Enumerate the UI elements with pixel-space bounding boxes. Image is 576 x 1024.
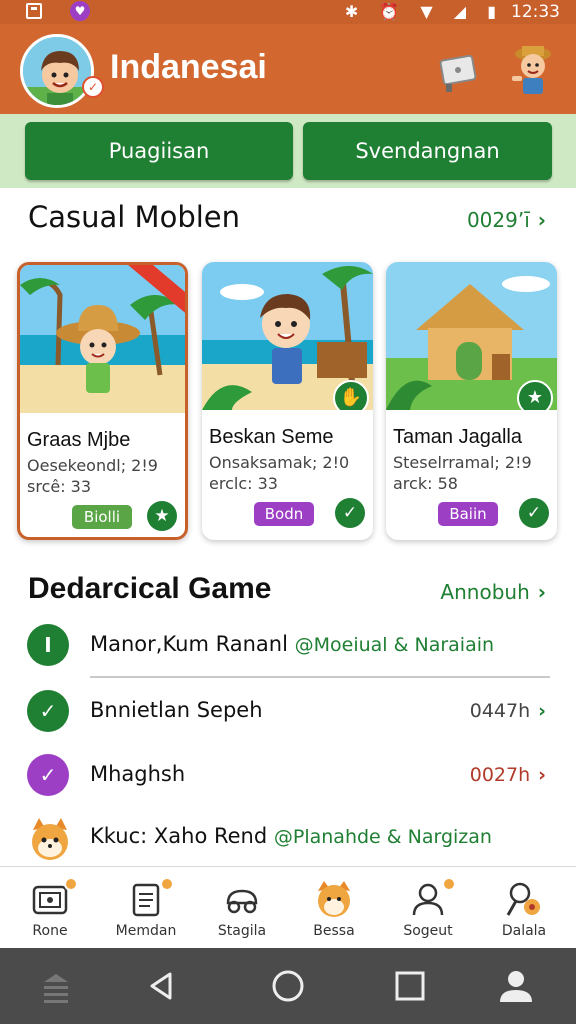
- nav-label: Rone: [32, 923, 68, 939]
- star-badge-icon[interactable]: ★: [517, 380, 553, 410]
- tablet-icon-button[interactable]: [436, 50, 482, 96]
- nav-item-dalala[interactable]: Dalala: [476, 867, 572, 949]
- nav-label: Stagila: [217, 923, 267, 939]
- section-link-dedarcical[interactable]: Annobuh ›: [440, 580, 546, 604]
- game-card[interactable]: ✋ Beskan Seme Onsaksamak; 2!0 erclc: 33 …: [202, 262, 373, 540]
- segment-button-left[interactable]: Puagiisan: [25, 122, 293, 180]
- list-item-value: 0027h ›: [470, 764, 546, 786]
- magnifier-icon: [506, 882, 540, 916]
- avatar[interactable]: [20, 34, 94, 108]
- game-card-meta: srcê: 33: [27, 477, 92, 496]
- avatar-status-badge: ✓: [82, 76, 104, 98]
- list-item-mention[interactable]: @Moeiual & Naraiain: [295, 634, 494, 656]
- status-time: 12:33: [511, 2, 560, 22]
- status-bar: ♥ ✱ ⏰ ▼ ◢ ▮ 12:33: [0, 0, 576, 24]
- info-icon: I: [27, 624, 69, 666]
- game-card-title: Graas Mjbe: [27, 429, 131, 451]
- nav-item-memdan[interactable]: Memdan: [98, 867, 194, 949]
- list-item[interactable]: I Manor,Kum Rananl @Moeiual & Naraiain: [0, 616, 576, 676]
- section-title-casual: Casual Moblen: [28, 200, 241, 234]
- account-icon[interactable]: [496, 966, 536, 1006]
- back-icon[interactable]: [142, 966, 182, 1006]
- boy-avatar-icon: [23, 37, 91, 105]
- thumbs-up-icon[interactable]: ✋: [333, 380, 369, 410]
- game-card-art: ✋: [202, 262, 373, 410]
- list-item-label: Manor,Kum Rananl @Moeiual & Naraiain: [90, 632, 494, 656]
- recents-icon[interactable]: [390, 966, 430, 1006]
- game-card-tag[interactable]: Baiin: [438, 502, 498, 526]
- bottom-nav: Rone Memdan Stagila Bessa Sogeut Dalala: [0, 866, 576, 948]
- app-title: Indanesai: [110, 48, 267, 86]
- list-item-value: 0447h ›: [470, 700, 546, 722]
- mascot-profile-button[interactable]: [508, 40, 558, 100]
- notification-dot: [64, 877, 78, 891]
- notification-icon: [26, 3, 42, 19]
- chevron-right-icon: ›: [537, 208, 546, 232]
- nav-item-rone[interactable]: Rone: [2, 867, 98, 949]
- game-card-meta: Onsaksamak; 2!0: [209, 453, 350, 472]
- car-icon: [226, 889, 258, 914]
- game-card[interactable]: ★ Taman Jagalla Steselrramal; 2!9 arck: …: [386, 262, 557, 540]
- game-card-meta: Steselrramal; 2!9: [393, 453, 532, 472]
- list-item[interactable]: Kkuc: Xaho Rend @Planahde & Nargizan: [0, 808, 576, 868]
- game-card-tag[interactable]: Biolli: [72, 505, 132, 529]
- game-card-art: [20, 265, 185, 413]
- nav-label: Bessa: [313, 923, 355, 939]
- check-icon[interactable]: ✓: [519, 498, 549, 528]
- game-card-art: ★: [386, 262, 557, 410]
- fox-avatar-icon: [27, 816, 69, 860]
- list-item-label: Kkuc: Xaho Rend @Planahde & Nargizan: [90, 824, 492, 848]
- notification-dot: [442, 877, 456, 891]
- nav-item-stagila[interactable]: Stagila: [194, 867, 290, 949]
- game-card[interactable]: Graas Mjbe Oesekeondl; 2!9 srcê: 33 Biol…: [17, 262, 188, 540]
- list-item-value-text: 0027h: [469, 764, 531, 786]
- star-icon[interactable]: ★: [147, 501, 177, 531]
- system-nav-bar: [0, 948, 576, 1024]
- check-icon[interactable]: ✓: [335, 498, 365, 528]
- list-item-label: Bnnietlan Sepeh: [90, 698, 263, 722]
- nav-label: Dalala: [501, 923, 547, 939]
- chevron-right-icon: ›: [537, 580, 546, 604]
- game-card-tag[interactable]: Bodn: [254, 502, 314, 526]
- nav-label: Memdan: [115, 923, 177, 939]
- status-icons: ✱ ⏰ ▼ ◢ ▮: [344, 2, 504, 21]
- check-icon: ✓: [27, 754, 69, 796]
- segment-button-right[interactable]: Svendangnan: [303, 122, 552, 180]
- section-link-casual-text: 0029’ī: [466, 208, 530, 232]
- menu-icon[interactable]: [36, 966, 76, 1006]
- segment-control: Puagiisan Svendangnan: [0, 114, 576, 188]
- game-card-title: Beskan Seme: [209, 426, 334, 448]
- nav-label: Sogeut: [403, 923, 453, 939]
- check-icon: ✓: [27, 690, 69, 732]
- chevron-right-icon: ›: [538, 764, 546, 786]
- game-card-meta: arck: 58: [393, 474, 458, 493]
- chevron-right-icon: ›: [538, 700, 546, 722]
- app-header: ✓ Indanesai: [0, 24, 576, 114]
- nav-item-bessa[interactable]: Bessa: [286, 867, 382, 949]
- game-card-meta: Oesekeondl; 2!9: [27, 456, 158, 475]
- section-link-dedarcical-text: Annobuh: [440, 580, 530, 604]
- nav-item-sogeut[interactable]: Sogeut: [380, 867, 476, 949]
- home-icon[interactable]: [268, 966, 308, 1006]
- list-item-text: Manor,Kum Rananl: [90, 632, 288, 656]
- fox-icon: [318, 881, 350, 917]
- list-item[interactable]: ✓ Mhaghsh 0027h ›: [0, 746, 576, 806]
- list-item[interactable]: ✓ Bnnietlan Sepeh 0447h ›: [0, 682, 576, 742]
- list-item-text: Kkuc: Xaho Rend: [90, 824, 268, 848]
- divider: [90, 676, 550, 678]
- section-link-casual[interactable]: 0029’ī ›: [467, 208, 546, 232]
- list-item-label: Mhaghsh: [90, 762, 186, 786]
- tablet-icon: [439, 54, 477, 92]
- game-card-title: Taman Jagalla: [393, 426, 522, 448]
- section-title-dedarcical: Dedarcical Game: [28, 572, 272, 605]
- notification-dot: [160, 877, 174, 891]
- mascot-icon: [512, 46, 551, 94]
- heart-icon: ♥: [70, 1, 90, 21]
- list-item-mention[interactable]: @Planahde & Nargizan: [274, 826, 492, 848]
- game-card-meta: erclc: 33: [209, 474, 278, 493]
- list-item-value-text: 0447h: [469, 700, 531, 722]
